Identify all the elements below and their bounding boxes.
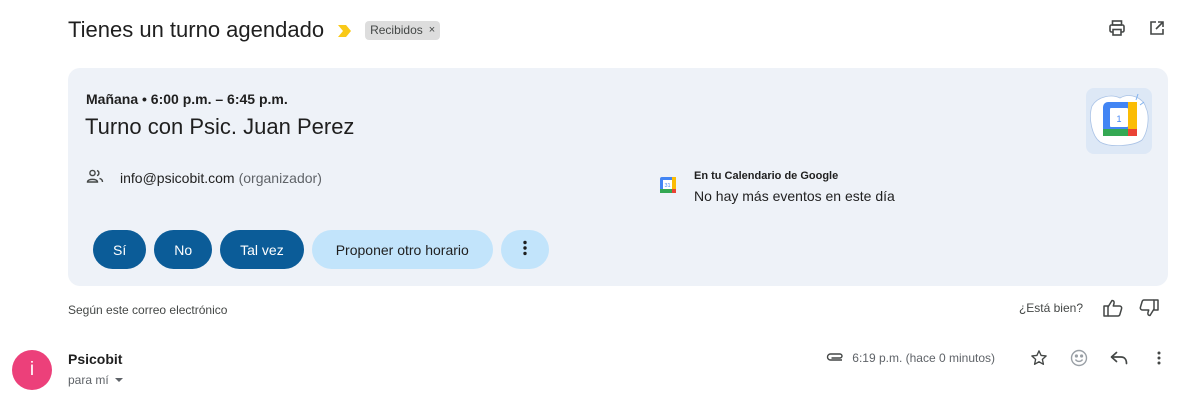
importance-marker-icon[interactable]	[338, 24, 352, 37]
subject-row: Tienes un turno agendado Recibidos ×	[68, 14, 441, 46]
attachment-icon	[826, 349, 844, 367]
thumbs-down-icon[interactable]	[1139, 298, 1159, 318]
top-toolbar	[1107, 18, 1167, 38]
print-icon[interactable]	[1107, 18, 1127, 38]
open-in-new-icon[interactable]	[1147, 18, 1167, 38]
feedback-question: ¿Está bien?	[1018, 301, 1083, 315]
organizer-email[interactable]: info@psicobit.com	[120, 170, 235, 186]
calendar-logo-day: 1	[1116, 114, 1121, 124]
rsvp-maybe-button[interactable]: Tal vez	[220, 230, 304, 269]
label-chip-recibidos: Recibidos ×	[365, 20, 441, 40]
message-time: 6:19 p.m. (hace 0 minutos)	[852, 351, 995, 365]
more-options-button[interactable]	[500, 230, 549, 269]
propose-new-time-button[interactable]: Proponer otro horario	[311, 230, 493, 269]
message-meta: 6:19 p.m. (hace 0 minutos)	[826, 348, 1169, 368]
sender-avatar[interactable]: i	[12, 350, 52, 390]
remove-label-button[interactable]: ×	[429, 24, 435, 36]
people-icon	[86, 169, 104, 186]
organizer-role: (organizador)	[238, 169, 322, 186]
more-vert-icon	[523, 240, 527, 259]
emoji-reaction-icon[interactable]	[1069, 348, 1089, 368]
calendar-small-icon-day: 31	[664, 183, 670, 189]
label-chip-text: Recibidos	[370, 22, 423, 37]
calendar-header: En tu Calendario de Google	[694, 170, 839, 182]
organizer-row: info@psicobit.com (organizador)	[86, 169, 322, 186]
recipient-label: para mí	[68, 373, 109, 387]
star-icon[interactable]	[1029, 348, 1049, 368]
message-more-icon[interactable]	[1149, 348, 1169, 368]
event-datetime: Mañana • 6:00 p.m. – 6:45 p.m.	[86, 91, 288, 107]
source-note: Según este correo electrónico	[68, 303, 228, 317]
email-subject: Tienes un turno agendado	[68, 17, 325, 42]
google-calendar-logo-icon: 1	[1086, 88, 1152, 154]
calendar-small-icon: 31	[660, 177, 676, 193]
rsvp-yes-button[interactable]: Sí	[93, 230, 147, 269]
rsvp-no-button[interactable]: No	[154, 230, 213, 269]
rsvp-buttons: Sí No Tal vez Proponer otro horario	[93, 230, 549, 269]
event-invitation-card: Mañana • 6:00 p.m. – 6:45 p.m. Turno con…	[68, 68, 1168, 286]
calendar-status: No hay más eventos en este día	[694, 188, 895, 204]
thumbs-up-icon[interactable]	[1103, 298, 1123, 318]
reply-icon[interactable]	[1109, 348, 1129, 368]
sender-name[interactable]: Psicobit	[68, 351, 122, 367]
caret-down-icon	[114, 378, 123, 382]
event-title: Turno con Psic. Juan Perez	[85, 114, 355, 139]
recipient-details-toggle[interactable]: para mí	[68, 373, 123, 387]
feedback-row: ¿Está bien?	[1019, 298, 1159, 318]
